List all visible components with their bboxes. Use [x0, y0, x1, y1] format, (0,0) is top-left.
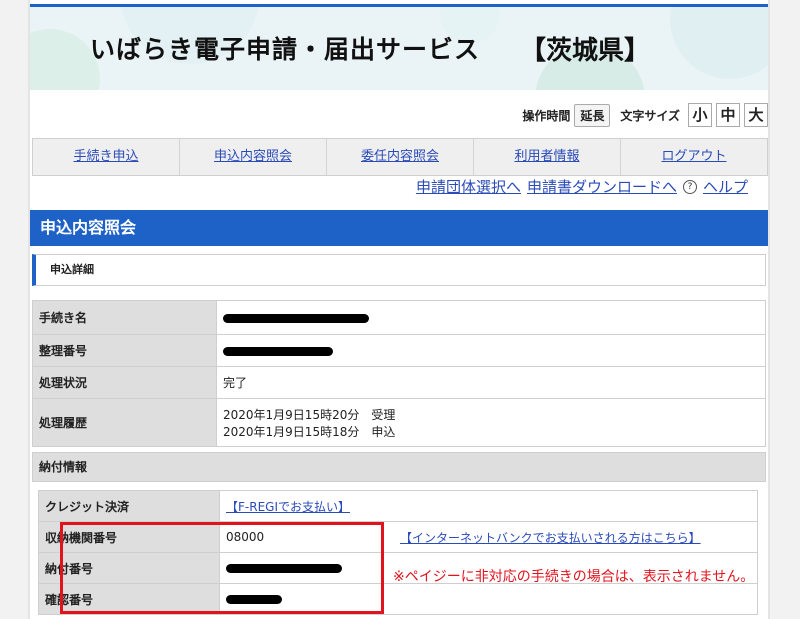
prefecture-name: 【茨城県】	[520, 36, 651, 66]
site-header: いばらき電子申請・届出サービス 【茨城県】	[30, 4, 768, 90]
page: いばらき電子申請・届出サービス 【茨城県】 操作時間 延長 文字サイズ 小 中 …	[30, 0, 768, 619]
redacted-value	[226, 564, 342, 573]
nav-item-user-info[interactable]: 利用者情報	[474, 139, 621, 175]
pay-easy-note: ※ペイジーに非対応の手続きの場合は、表示されません。	[393, 569, 755, 585]
credit-value: 【F-REGIでお支払い】	[219, 490, 758, 522]
redacted-value	[223, 346, 333, 356]
history-entry: 2020年1月9日15時20分 受理	[223, 407, 396, 422]
credit-label: クレジット決済	[38, 490, 220, 522]
header-top-bar	[30, 4, 768, 7]
font-size-small-button[interactable]: 小	[688, 103, 712, 127]
confirm-number-value	[219, 583, 758, 615]
table-row: 確認番号	[38, 583, 758, 615]
payment-table: クレジット決済 【F-REGIでお支払い】 収納機関番号 08000 納付番号 …	[38, 490, 758, 615]
detail-table: 手続き名 整理番号 処理状況 完了 処理履歴 2020年1月9日15時20分 受…	[32, 300, 766, 447]
help-link[interactable]: ヘルプ	[703, 176, 748, 197]
nav-item-inquiry[interactable]: 申込内容照会	[180, 139, 327, 175]
status-value: 完了	[216, 366, 766, 399]
nav-item-apply[interactable]: 手続き申込	[33, 139, 180, 175]
operation-time-label: 操作時間	[522, 108, 571, 123]
group-select-link[interactable]: 申請団体選択へ	[416, 176, 521, 197]
help-icon: ?	[682, 179, 697, 194]
agency-number-label: 収納機関番号	[38, 521, 220, 553]
sub-links: 申請団体選択へ 申請書ダウンロードへ ? ヘルプ	[410, 176, 748, 197]
bank-link-wrap: 【インターネットバンクでお支払いされる方はこちら】	[400, 529, 701, 546]
toolbar: 操作時間 延長 文字サイズ 小 中 大	[522, 102, 768, 128]
procedure-name-value	[216, 300, 766, 335]
internet-bank-link[interactable]: 【インターネットバンクでお支払いされる方はこちら】	[400, 531, 701, 545]
confirm-number-label: 確認番号	[38, 583, 220, 615]
nav-item-logout[interactable]: ログアウト	[621, 139, 767, 175]
table-row: 整理番号	[32, 334, 766, 367]
section-title: 申込内容照会	[30, 210, 768, 246]
nav-item-delegation[interactable]: 委任内容照会	[327, 139, 474, 175]
table-row: 処理履歴 2020年1月9日15時20分 受理 2020年1月9日15時18分 …	[32, 398, 766, 447]
main-nav: 手続き申込 申込内容照会 委任内容照会 利用者情報 ログアウト	[32, 138, 768, 176]
procedure-name-label: 手続き名	[32, 300, 217, 335]
reference-number-label: 整理番号	[32, 334, 217, 367]
history-label: 処理履歴	[32, 398, 217, 447]
table-row: 処理状況 完了	[32, 366, 766, 399]
redacted-value	[226, 595, 282, 604]
table-row: 手続き名	[32, 300, 766, 335]
form-download-link[interactable]: 申請書ダウンロードへ	[527, 176, 677, 197]
section-subtitle: 申込詳細	[32, 254, 766, 286]
history-entry: 2020年1月9日15時18分 申込	[223, 424, 396, 439]
font-size-large-button[interactable]: 大	[744, 103, 768, 127]
font-size-label: 文字サイズ	[620, 108, 680, 123]
history-value: 2020年1月9日15時20分 受理 2020年1月9日15時18分 申込	[216, 398, 766, 447]
payment-number-label: 納付番号	[38, 552, 220, 584]
table-row: クレジット決済 【F-REGIでお支払い】	[38, 490, 758, 522]
site-title: いばらき電子申請・届出サービス	[90, 35, 481, 64]
extend-button[interactable]: 延長	[574, 103, 611, 127]
status-label: 処理状況	[32, 366, 217, 399]
redacted-value	[223, 313, 369, 323]
payment-info-title: 納付情報	[32, 452, 766, 482]
reference-number-value	[216, 334, 766, 367]
credit-payment-link[interactable]: 【F-REGIでお支払い】	[226, 500, 350, 514]
font-size-medium-button[interactable]: 中	[716, 103, 740, 127]
